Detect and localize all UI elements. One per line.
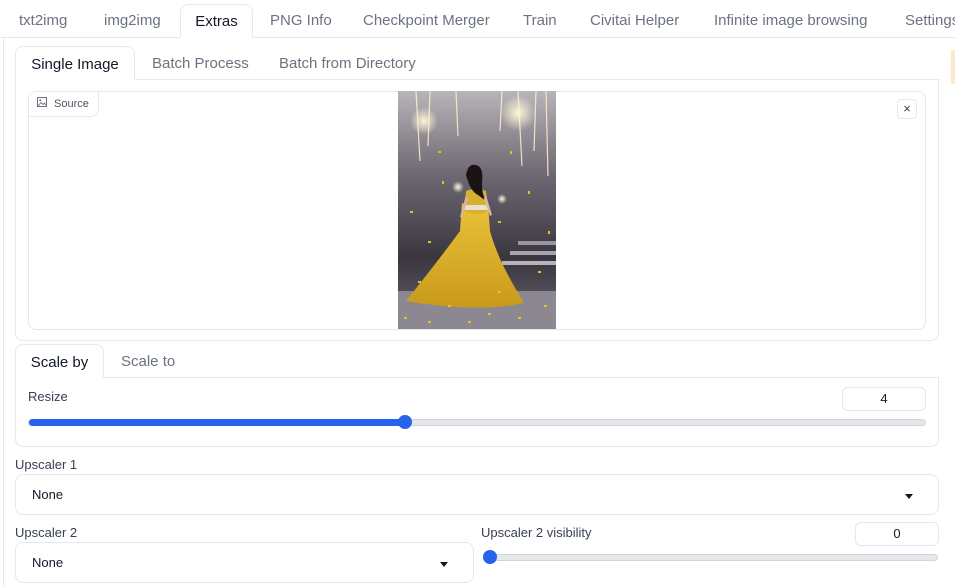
scale-by-panel	[15, 377, 939, 447]
extras-mode-tabs: Single Image Batch Process Batch from Di…	[15, 46, 938, 80]
upscaler2-visibility-slider[interactable]	[483, 550, 938, 564]
upscaler2-visibility-label: Upscaler 2 visibility	[481, 525, 592, 540]
tab-single-image[interactable]: Single Image	[15, 46, 135, 80]
side-panel-edge	[951, 50, 955, 84]
tab-txt2img[interactable]: txt2img	[19, 4, 67, 38]
close-icon[interactable]: ×	[897, 99, 917, 119]
tab-batch-process[interactable]: Batch Process	[152, 46, 249, 80]
resize-number-input[interactable]: 4	[842, 387, 926, 411]
main-tab-bar: txt2img img2img Extras PNG Info Checkpoi…	[0, 0, 955, 38]
tab-batch-from-directory[interactable]: Batch from Directory	[279, 46, 416, 80]
upscaler1-dropdown[interactable]: None	[15, 474, 939, 515]
resize-label: Resize	[28, 389, 68, 404]
tab-png-info[interactable]: PNG Info	[270, 4, 332, 38]
upscaler2-visibility-number-input[interactable]: 0	[855, 522, 939, 546]
tab-img2img[interactable]: img2img	[104, 4, 161, 38]
upscaler1-label: Upscaler 1	[15, 457, 78, 472]
tab-extras[interactable]: Extras	[180, 4, 253, 38]
content-border	[3, 38, 4, 587]
tab-settings[interactable]: Settings	[905, 4, 955, 38]
resize-slider-fill	[29, 419, 405, 426]
chevron-down-icon	[905, 494, 913, 499]
resize-slider[interactable]	[28, 415, 926, 429]
source-image-preview	[398, 91, 556, 329]
tab-infinite-image-browsing[interactable]: Infinite image browsing	[714, 4, 867, 38]
tab-checkpoint-merger[interactable]: Checkpoint Merger	[363, 4, 490, 38]
tab-civitai-helper[interactable]: Civitai Helper	[590, 4, 679, 38]
chevron-down-icon	[440, 562, 448, 567]
tab-scale-by[interactable]: Scale by	[15, 344, 104, 378]
upscaler1-value: None	[32, 487, 64, 502]
tab-train[interactable]: Train	[523, 4, 557, 38]
tab-scale-to[interactable]: Scale to	[121, 344, 175, 378]
upscaler2-value: None	[32, 555, 64, 570]
scale-mode-tabs: Scale by Scale to	[15, 344, 938, 378]
resize-slider-handle[interactable]	[398, 415, 412, 429]
upscaler2-dropdown[interactable]: None	[15, 542, 474, 583]
source-label-text: Source	[54, 98, 89, 110]
image-icon	[37, 92, 47, 116]
upscaler2-label: Upscaler 2	[15, 525, 78, 540]
source-label: Source	[29, 92, 99, 117]
upscaler2-visibility-slider-handle[interactable]	[483, 550, 497, 564]
